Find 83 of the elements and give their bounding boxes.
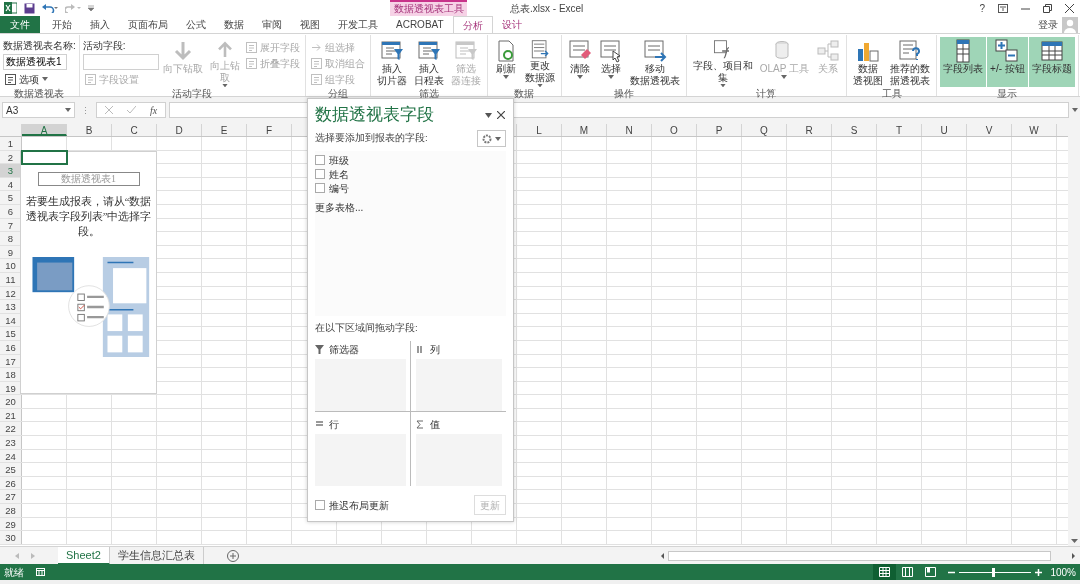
row-header[interactable]: 15 [0,327,22,340]
field-label: 活动字段: [82,39,127,53]
row-header[interactable]: 22 [0,422,22,436]
row-header[interactable]: 30 [0,531,22,544]
column-header[interactable]: C [112,124,157,136]
sign-in-link[interactable]: 登录 [1038,17,1058,32]
column-header[interactable]: A [22,124,67,136]
area-label: 值 [429,417,440,432]
column-header[interactable]: Q [742,124,787,136]
checkbox-label: 推迟布局更新 [329,498,389,513]
area-label: 列 [429,342,440,357]
insert-function-button[interactable]: fx [150,102,158,118]
area-label: 行 [329,417,339,432]
ribbon-tab[interactable]: 分析 [452,16,493,33]
placeholder-message: 若要生成报表，请从“数据透视表字段列表”中选择字段。 [25,195,152,239]
text-field[interactable]: 数据透视表1 [3,54,67,70]
column-header[interactable]: N [607,124,652,136]
ribbon-tab[interactable]: 设计 [492,16,531,33]
name-box[interactable]: A3 [2,102,75,118]
zoom-level[interactable]: 100% [1050,564,1080,580]
ribbon-tab[interactable]: 文件 [0,16,40,33]
sheet-tab[interactable]: Sheet2 [58,546,110,565]
row-header[interactable]: 23 [0,436,22,449]
row-header[interactable]: 3 [0,164,22,177]
column-header[interactable]: U [922,124,967,136]
group-label: 活动字段 [171,87,214,101]
ribbon-button[interactable]: 字段标题 [1028,37,1075,87]
ribbon-tab[interactable]: 插入 [81,16,119,33]
field-label: 班级 [329,153,349,168]
group-label: 显示 [996,87,1019,101]
ribbon-button[interactable]: 字段列表 [940,37,987,87]
group-label: 分组 [326,87,349,101]
row-header[interactable]: 5 [0,191,22,204]
column-header[interactable]: M [562,124,607,136]
row-header[interactable]: 10 [0,259,22,272]
ribbon-tab[interactable]: 审阅 [253,16,291,33]
group-label: 操作 [612,87,635,101]
column-header[interactable]: L [517,124,562,136]
column-header[interactable]: P [697,124,742,136]
column-header[interactable]: D [157,124,202,136]
row-header[interactable]: 28 [0,504,22,517]
group-label: 筛选 [417,87,440,101]
status-text: 就绪 [3,565,24,580]
ribbon-tab[interactable]: 页面布局 [119,16,177,33]
row-header[interactable]: 27 [0,490,22,504]
row-header[interactable]: 18 [0,368,22,381]
row-header[interactable]: 8 [0,232,22,245]
group-label: 数据 [513,87,536,101]
instruction-text: 在以下区域间拖动字段: [315,321,419,335]
group-label: 工具 [880,87,903,101]
field-label: 编号 [329,181,349,196]
column-header[interactable]: B [67,124,112,136]
ribbon-tab[interactable]: 公式 [177,16,215,33]
column-header[interactable]: R [787,124,832,136]
ribbon-tab[interactable]: 视图 [291,16,329,33]
row-header[interactable]: 20 [0,395,22,408]
context-tab-label: 数据透视表工具 [390,0,467,16]
column-header[interactable]: F [247,124,292,136]
field-label: 姓名 [329,167,349,182]
column-header[interactable]: S [832,124,877,136]
field-label: 数据透视表名称: [3,39,76,53]
help-button[interactable]: ? [979,0,985,16]
area-label: 筛选器 [329,342,359,357]
pivot-title: 数据透视表1 [37,172,140,186]
column-header[interactable]: E [202,124,247,136]
ribbon-button[interactable]: +/- 按钮 [987,37,1028,87]
row-header[interactable]: 13 [0,300,22,313]
pane-title: 数据透视表字段 [315,104,434,126]
window-title: 总表.xlsx - Excel [510,1,584,16]
more-tables-link[interactable]: 更多表格... [315,200,506,215]
group-label: 数据透视表 [13,87,66,101]
column-header[interactable]: O [652,124,697,136]
instruction-text: 选择要添加到报表的字段: [315,131,428,146]
row-header[interactable]: 25 [0,463,22,476]
ribbon-tab[interactable]: 数据 [215,16,253,33]
column-header[interactable]: T [877,124,922,136]
column-header[interactable]: W [1012,124,1057,136]
ribbon-tab[interactable]: 开发工具 [329,16,387,33]
ribbon-tab[interactable]: 开始 [43,16,81,33]
row-header[interactable]: 1 [0,137,22,150]
ribbon-tab[interactable]: ACROBAT [387,16,453,33]
column-header[interactable]: V [967,124,1012,136]
group-label: 计算 [755,87,778,101]
